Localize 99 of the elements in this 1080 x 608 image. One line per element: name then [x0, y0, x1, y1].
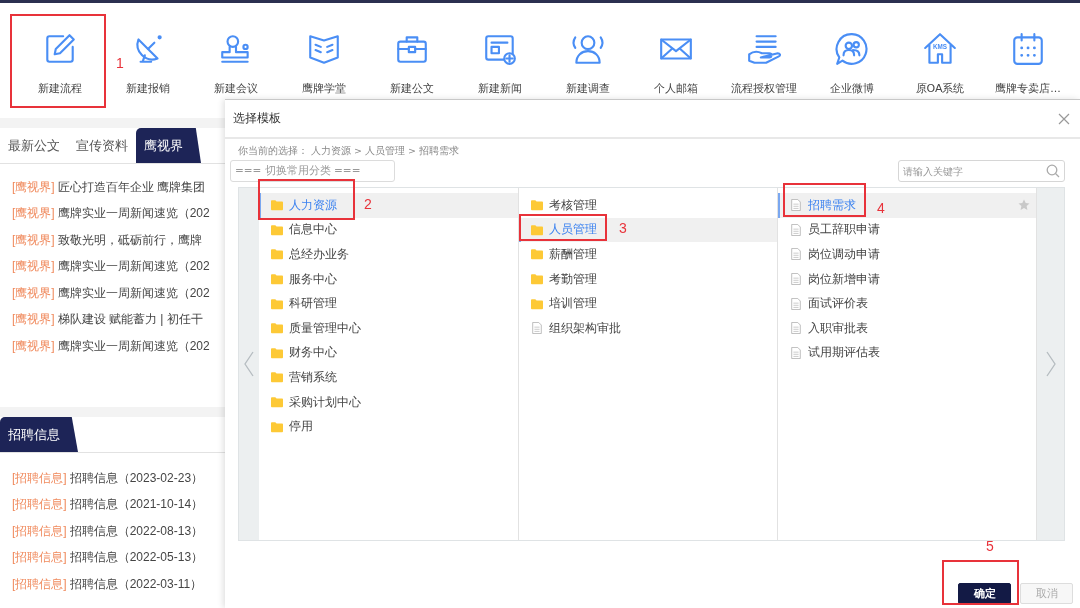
toolbar-item[interactable]: 鹰牌学堂	[302, 3, 346, 98]
folder-icon	[270, 273, 283, 286]
news-link[interactable]: 匠心打造百年企业 鹰牌集团	[57, 178, 205, 196]
breadcrumb: 你当前的选择： 人力资源 > 人员管理 > 招聘需求	[237, 145, 461, 158]
news-link[interactable]: 招聘信息（2022-08-13）	[69, 522, 204, 540]
category-tag: [招聘信息]	[12, 549, 67, 567]
category-tag: [鹰视界]	[12, 311, 55, 329]
folder-icon	[530, 273, 543, 286]
annotation-number: 3	[619, 220, 627, 236]
document-icon	[790, 346, 803, 359]
tree-item[interactable]: 质量管理中心	[258, 315, 518, 341]
folder-icon	[530, 199, 543, 212]
folder-icon	[530, 223, 543, 236]
news-link[interactable]: 招聘信息（2021-10-14）	[69, 496, 204, 514]
folder-icon	[270, 371, 283, 384]
chevron-right-icon	[1045, 351, 1056, 377]
news-tab[interactable]: 最新公文	[0, 128, 68, 163]
toolbar-item[interactable]: 新建流程	[38, 3, 82, 98]
tree-item[interactable]: 营销系统	[258, 365, 518, 390]
tree-item[interactable]: 财务中心	[258, 340, 518, 366]
category-tag: [招聘信息]	[12, 575, 67, 593]
tree-item[interactable]: 岗位新增申请	[778, 266, 1037, 292]
folder-icon	[270, 346, 283, 359]
news-link[interactable]: 招聘信息（2022-03-11）	[69, 575, 203, 593]
news-link[interactable]: 致敬光明，砥砺前行，鹰牌	[57, 231, 202, 249]
tree-item[interactable]: 员工辞职申请	[778, 217, 1037, 243]
document-icon	[790, 297, 803, 310]
calendar-icon	[1010, 31, 1046, 67]
news-link[interactable]: 鹰牌实业一周新闻速览（202	[57, 258, 210, 276]
dialog-title: 选择模板	[233, 110, 281, 127]
folder-icon	[270, 199, 283, 212]
tree-item[interactable]: 信息中心	[258, 217, 518, 243]
tree-item[interactable]: 停用	[258, 414, 518, 439]
document-icon	[790, 248, 803, 261]
folder-icon	[530, 297, 543, 310]
search-icon[interactable]	[1046, 164, 1060, 178]
news-link[interactable]: 鹰牌实业一周新闻速览（202	[57, 205, 210, 223]
tree-item[interactable]: 采购计划中心	[258, 389, 518, 415]
news-link[interactable]: 鹰牌实业一周新闻速览（202	[57, 284, 210, 302]
annotation-number: 5	[986, 538, 994, 554]
folder-icon	[270, 223, 283, 236]
toolbar-item[interactable]: 鹰牌专卖店...	[995, 3, 1061, 98]
news-link[interactable]: 鹰牌实业一周新闻速览（202	[57, 337, 210, 355]
news-link[interactable]: 招聘信息（2023-02-23）	[69, 469, 204, 487]
tree-item[interactable]: 入职审批表	[778, 315, 1037, 341]
chevron-left-icon	[244, 351, 254, 377]
search-input[interactable]: 请输入关键字	[899, 165, 1046, 177]
news-link[interactable]: 梯队建设 赋能蓄力 | 初任干	[57, 311, 203, 329]
category-tag: [鹰视界]	[12, 205, 55, 223]
category-tag: [鹰视界]	[12, 284, 55, 302]
tree-item[interactable]: 试用期评估表	[778, 340, 1037, 366]
news-link[interactable]: 招聘信息（2022-05-13）	[69, 549, 204, 567]
folder-icon	[270, 248, 283, 261]
category-tag: [鹰视界]	[12, 178, 55, 196]
toolbar-item[interactable]: 新建报销	[126, 3, 170, 98]
folder-icon	[270, 396, 283, 409]
toolbar-item[interactable]: 新建公文	[390, 3, 434, 98]
tree-item[interactable]: 考勤管理	[518, 266, 778, 292]
folder-icon	[270, 297, 283, 310]
toolbar-item[interactable]: 流程授权管理	[731, 3, 797, 98]
search-field[interactable]: 请输入关键字	[898, 160, 1065, 182]
document-icon	[790, 322, 803, 335]
category-tag: [招聘信息]	[12, 469, 67, 487]
toolbar-item[interactable]: 个人邮箱	[654, 3, 698, 98]
section-tab[interactable]: 招聘信息	[0, 417, 78, 452]
annotation-number: 4	[877, 200, 885, 216]
toolbar-item[interactable]: 新建新闻	[478, 3, 522, 98]
confirm-button[interactable]: 确定	[958, 583, 1011, 604]
tree-item[interactable]: 总经办业务	[258, 242, 518, 267]
document-icon	[790, 223, 803, 236]
category-tag: [鹰视界]	[12, 258, 55, 276]
tree-item[interactable]: 服务中心	[258, 266, 518, 292]
toolbar-item[interactable]: 新建会议	[214, 3, 258, 98]
tree-item[interactable]: 培训管理	[518, 291, 778, 316]
category-tag: [鹰视界]	[12, 231, 55, 249]
toolbar-item[interactable]: 新建调查	[566, 3, 610, 98]
news-tab[interactable]: 宣传资料	[68, 128, 136, 163]
folder-icon	[270, 420, 283, 433]
category-tag: [招聘信息]	[12, 496, 67, 514]
news-tab[interactable]: 鹰视界	[136, 128, 201, 163]
toolbar-item[interactable]: 企业微博	[830, 3, 874, 98]
annotation-number: 1	[116, 55, 124, 71]
category-tag: [招聘信息]	[12, 522, 67, 540]
tree-item[interactable]: 组织架构审批	[518, 315, 778, 341]
star-icon[interactable]	[1018, 199, 1031, 212]
tree-item[interactable]: 面试评价表	[778, 291, 1037, 316]
folder-icon	[270, 322, 283, 335]
tree-item[interactable]: 薪酬管理	[518, 242, 778, 267]
tree-item[interactable]: 考核管理	[518, 193, 778, 218]
category-tag: [鹰视界]	[12, 337, 55, 355]
tree-item[interactable]: 岗位调动申请	[778, 242, 1037, 267]
folder-icon	[530, 248, 543, 261]
document-icon	[530, 322, 543, 335]
annotation-number: 2	[364, 196, 372, 212]
document-icon	[790, 273, 803, 286]
close-icon[interactable]	[1058, 112, 1070, 125]
document-icon	[790, 199, 803, 212]
chat-bubble-icon	[834, 31, 870, 67]
tree-item[interactable]: 科研管理	[258, 291, 518, 316]
